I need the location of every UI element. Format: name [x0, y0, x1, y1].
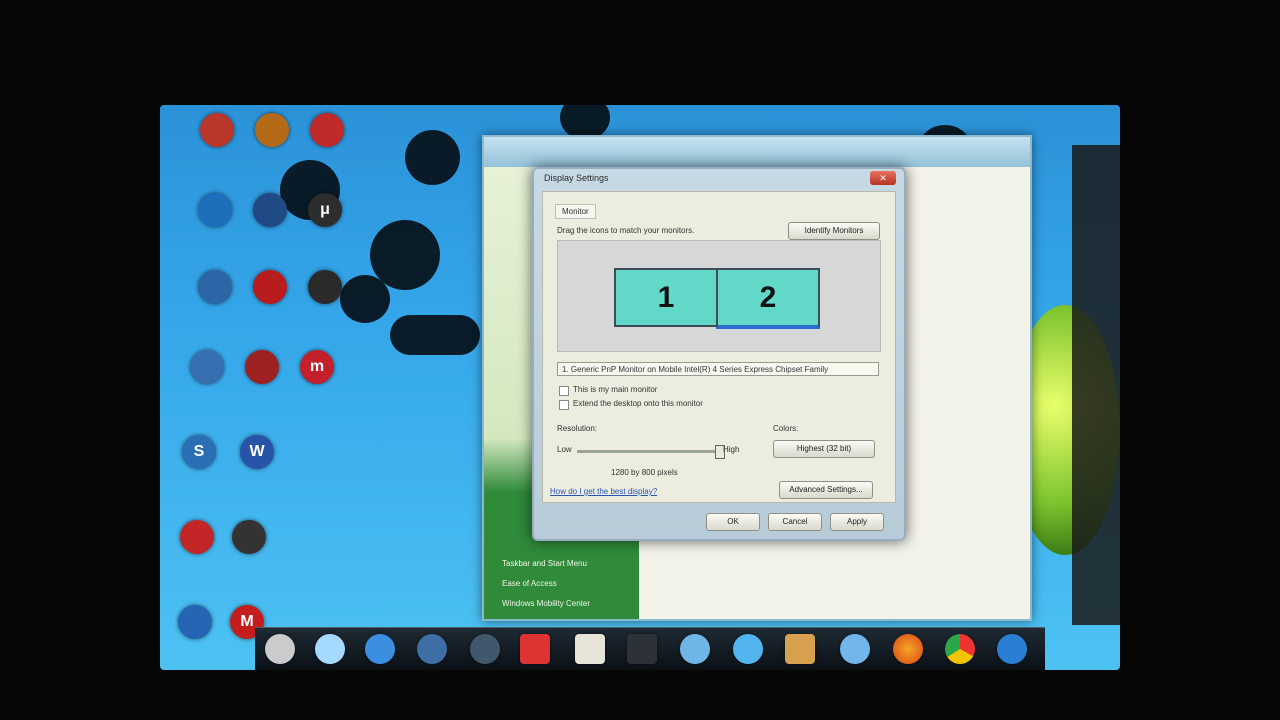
- main-monitor-checkbox[interactable]: [559, 386, 569, 396]
- link-taskbar-start-menu[interactable]: Taskbar and Start Menu: [502, 559, 587, 568]
- desktop-icon[interactable]: [190, 113, 244, 147]
- advanced-settings-button[interactable]: Advanced Settings...: [779, 481, 873, 499]
- photo-frame: μmSWM Taskbar and Start Menu Ease of Acc…: [0, 0, 1280, 720]
- folder-icon[interactable]: [785, 634, 815, 664]
- app-icon: μ: [308, 193, 342, 227]
- desktop-icon[interactable]: [168, 605, 222, 639]
- ok-button[interactable]: OK: [706, 513, 760, 531]
- app-icon[interactable]: [470, 634, 500, 664]
- desktop-icon[interactable]: S: [172, 435, 226, 469]
- tab-monitor[interactable]: Monitor: [555, 204, 596, 219]
- printer-icon[interactable]: [575, 634, 605, 664]
- resolution-label: Resolution:: [557, 424, 598, 433]
- desktop-icon[interactable]: [170, 520, 224, 554]
- desktop-icon[interactable]: [243, 270, 297, 304]
- desktop-icon[interactable]: [222, 520, 276, 554]
- dialog-title: Display Settings: [544, 173, 609, 183]
- colors-select[interactable]: Highest (32 bit): [773, 440, 875, 458]
- monitor-2-tile[interactable]: 2: [716, 268, 820, 329]
- monitor-select[interactable]: 1. Generic PnP Monitor on Mobile Intel(R…: [557, 362, 879, 376]
- apply-button[interactable]: Apply: [830, 513, 884, 531]
- app-icon: m: [300, 350, 334, 384]
- shield-icon[interactable]: [680, 634, 710, 664]
- app-icon[interactable]: [417, 634, 447, 664]
- calendar-icon[interactable]: [520, 634, 550, 664]
- sidebar-gadgets: [1072, 145, 1120, 625]
- wallpaper-blob: [390, 315, 480, 355]
- link-windows-mobility-center[interactable]: Windows Mobility Center: [502, 599, 590, 608]
- desktop-icon[interactable]: m: [290, 350, 344, 384]
- desktop-icon[interactable]: [180, 350, 234, 384]
- extend-desktop-label: Extend the desktop onto this monitor: [573, 399, 703, 408]
- desktop-icon[interactable]: [188, 270, 242, 304]
- close-button[interactable]: ✕: [870, 171, 896, 185]
- chrome-icon[interactable]: [945, 634, 975, 664]
- cancel-button[interactable]: Cancel: [768, 513, 822, 531]
- desktop-icon[interactable]: [245, 113, 299, 147]
- desktop-icon[interactable]: W: [230, 435, 284, 469]
- help-icon[interactable]: [733, 634, 763, 664]
- desktop-icon[interactable]: μ: [298, 193, 352, 227]
- messenger-icon[interactable]: [315, 634, 345, 664]
- monitor-arrangement-area: 1 2: [557, 240, 881, 352]
- resolution-slider[interactable]: [577, 445, 725, 459]
- help-link[interactable]: How do I get the best display?: [550, 487, 657, 496]
- app-icon: [178, 605, 212, 639]
- main-monitor-label: This is my main monitor: [573, 385, 658, 394]
- tool-icon[interactable]: [627, 634, 657, 664]
- network-icon[interactable]: [365, 634, 395, 664]
- app-icon: [232, 520, 266, 554]
- display-settings-dialog: Display Settings ✕ Monitor Drag the icon…: [532, 167, 906, 541]
- app-icon: [200, 113, 234, 147]
- app-icon: S: [182, 435, 216, 469]
- desktop-icon[interactable]: [235, 350, 289, 384]
- high-label: High: [723, 445, 740, 454]
- dialog-panel: Monitor Drag the icons to match your mon…: [542, 191, 896, 503]
- desktop-icon[interactable]: [188, 193, 242, 227]
- app-icon: [198, 270, 232, 304]
- app-icon: [245, 350, 279, 384]
- taskbar: [255, 627, 1045, 670]
- app-icon[interactable]: [840, 634, 870, 664]
- desktop-icon[interactable]: [300, 113, 354, 147]
- internet-explorer-icon[interactable]: [997, 634, 1027, 664]
- app-icon: [308, 270, 342, 304]
- desktop-icon[interactable]: [298, 270, 352, 304]
- link-ease-of-access[interactable]: Ease of Access: [502, 579, 557, 588]
- low-label: Low: [557, 445, 572, 454]
- wallpaper-blob: [405, 130, 460, 185]
- app-icon: [255, 113, 289, 147]
- app-icon: [190, 350, 224, 384]
- firefox-icon[interactable]: [893, 634, 923, 664]
- window-titlebar[interactable]: [484, 137, 1030, 167]
- extend-desktop-checkbox[interactable]: [559, 400, 569, 410]
- colors-label: Colors:: [773, 424, 799, 433]
- app-icon: W: [240, 435, 274, 469]
- monitor-1-tile[interactable]: 1: [614, 268, 718, 327]
- recycle-bin-icon[interactable]: [265, 634, 295, 664]
- desktop: μmSWM Taskbar and Start Menu Ease of Acc…: [160, 105, 1120, 670]
- app-icon: [198, 193, 232, 227]
- instruction-text: Drag the icons to match your monitors.: [557, 226, 695, 235]
- app-icon: [253, 193, 287, 227]
- app-icon: [253, 270, 287, 304]
- desktop-icon[interactable]: [243, 193, 297, 227]
- app-icon: [180, 520, 214, 554]
- resolution-value: 1280 by 800 pixels: [611, 468, 678, 477]
- identify-monitors-button[interactable]: Identify Monitors: [788, 222, 880, 240]
- app-icon: [310, 113, 344, 147]
